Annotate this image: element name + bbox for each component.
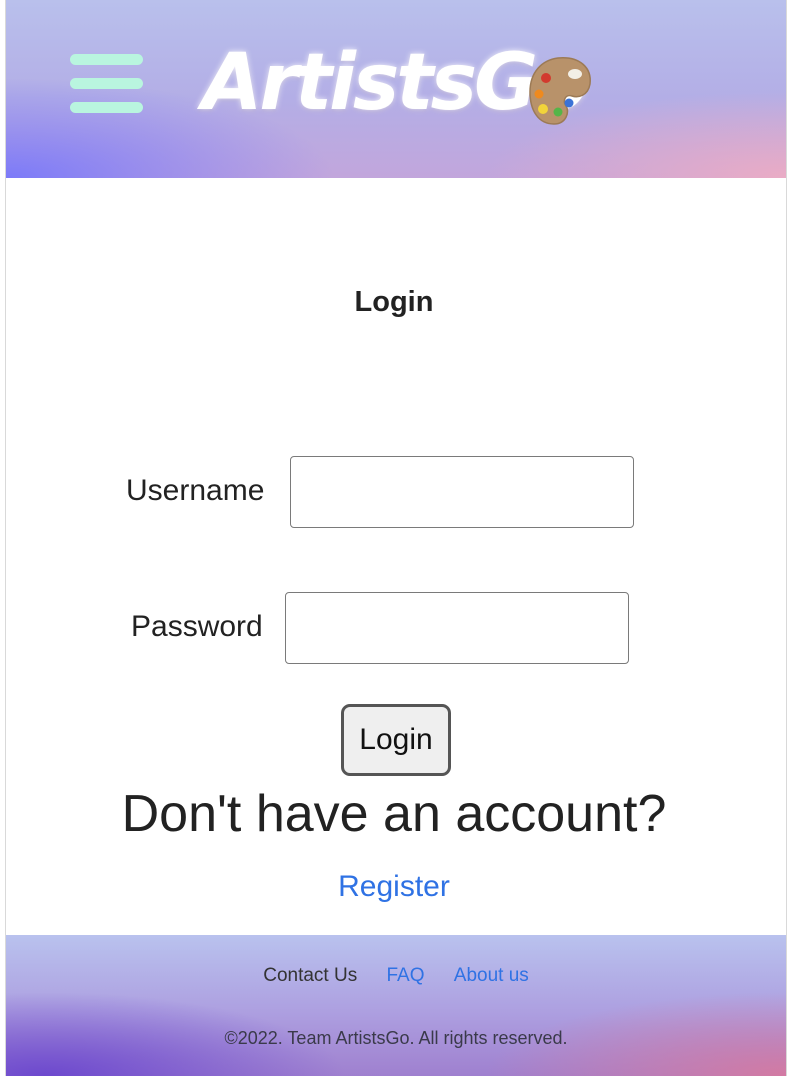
- copyright-text: ©2022. Team ArtistsGo. All rights reserv…: [224, 1028, 568, 1048]
- faq-link[interactable]: FAQ: [386, 965, 424, 986]
- hamburger-menu-icon[interactable]: [70, 54, 143, 114]
- register-link[interactable]: Register: [0, 870, 788, 904]
- site-logo[interactable]: ArtistsGo: [202, 38, 602, 134]
- login-button[interactable]: Login: [341, 704, 451, 776]
- page-title: Login: [354, 286, 434, 318]
- password-label: Password: [131, 610, 263, 643]
- footer-links: Contact Us FAQ About us: [6, 965, 786, 987]
- password-input[interactable]: [285, 592, 629, 664]
- username-label: Username: [126, 474, 265, 507]
- site-header: ArtistsGo: [6, 0, 786, 178]
- about-us-link[interactable]: About us: [454, 965, 529, 986]
- menu-bar: [70, 78, 143, 89]
- username-input[interactable]: [290, 456, 634, 528]
- menu-bar: [70, 54, 143, 65]
- menu-bar: [70, 102, 143, 113]
- no-account-heading: Don't have an account?: [121, 785, 667, 843]
- site-footer: Contact Us FAQ About us ©2022. Team Arti…: [6, 935, 786, 1076]
- contact-us-link[interactable]: Contact Us: [263, 965, 357, 986]
- palette-icon: [529, 57, 591, 125]
